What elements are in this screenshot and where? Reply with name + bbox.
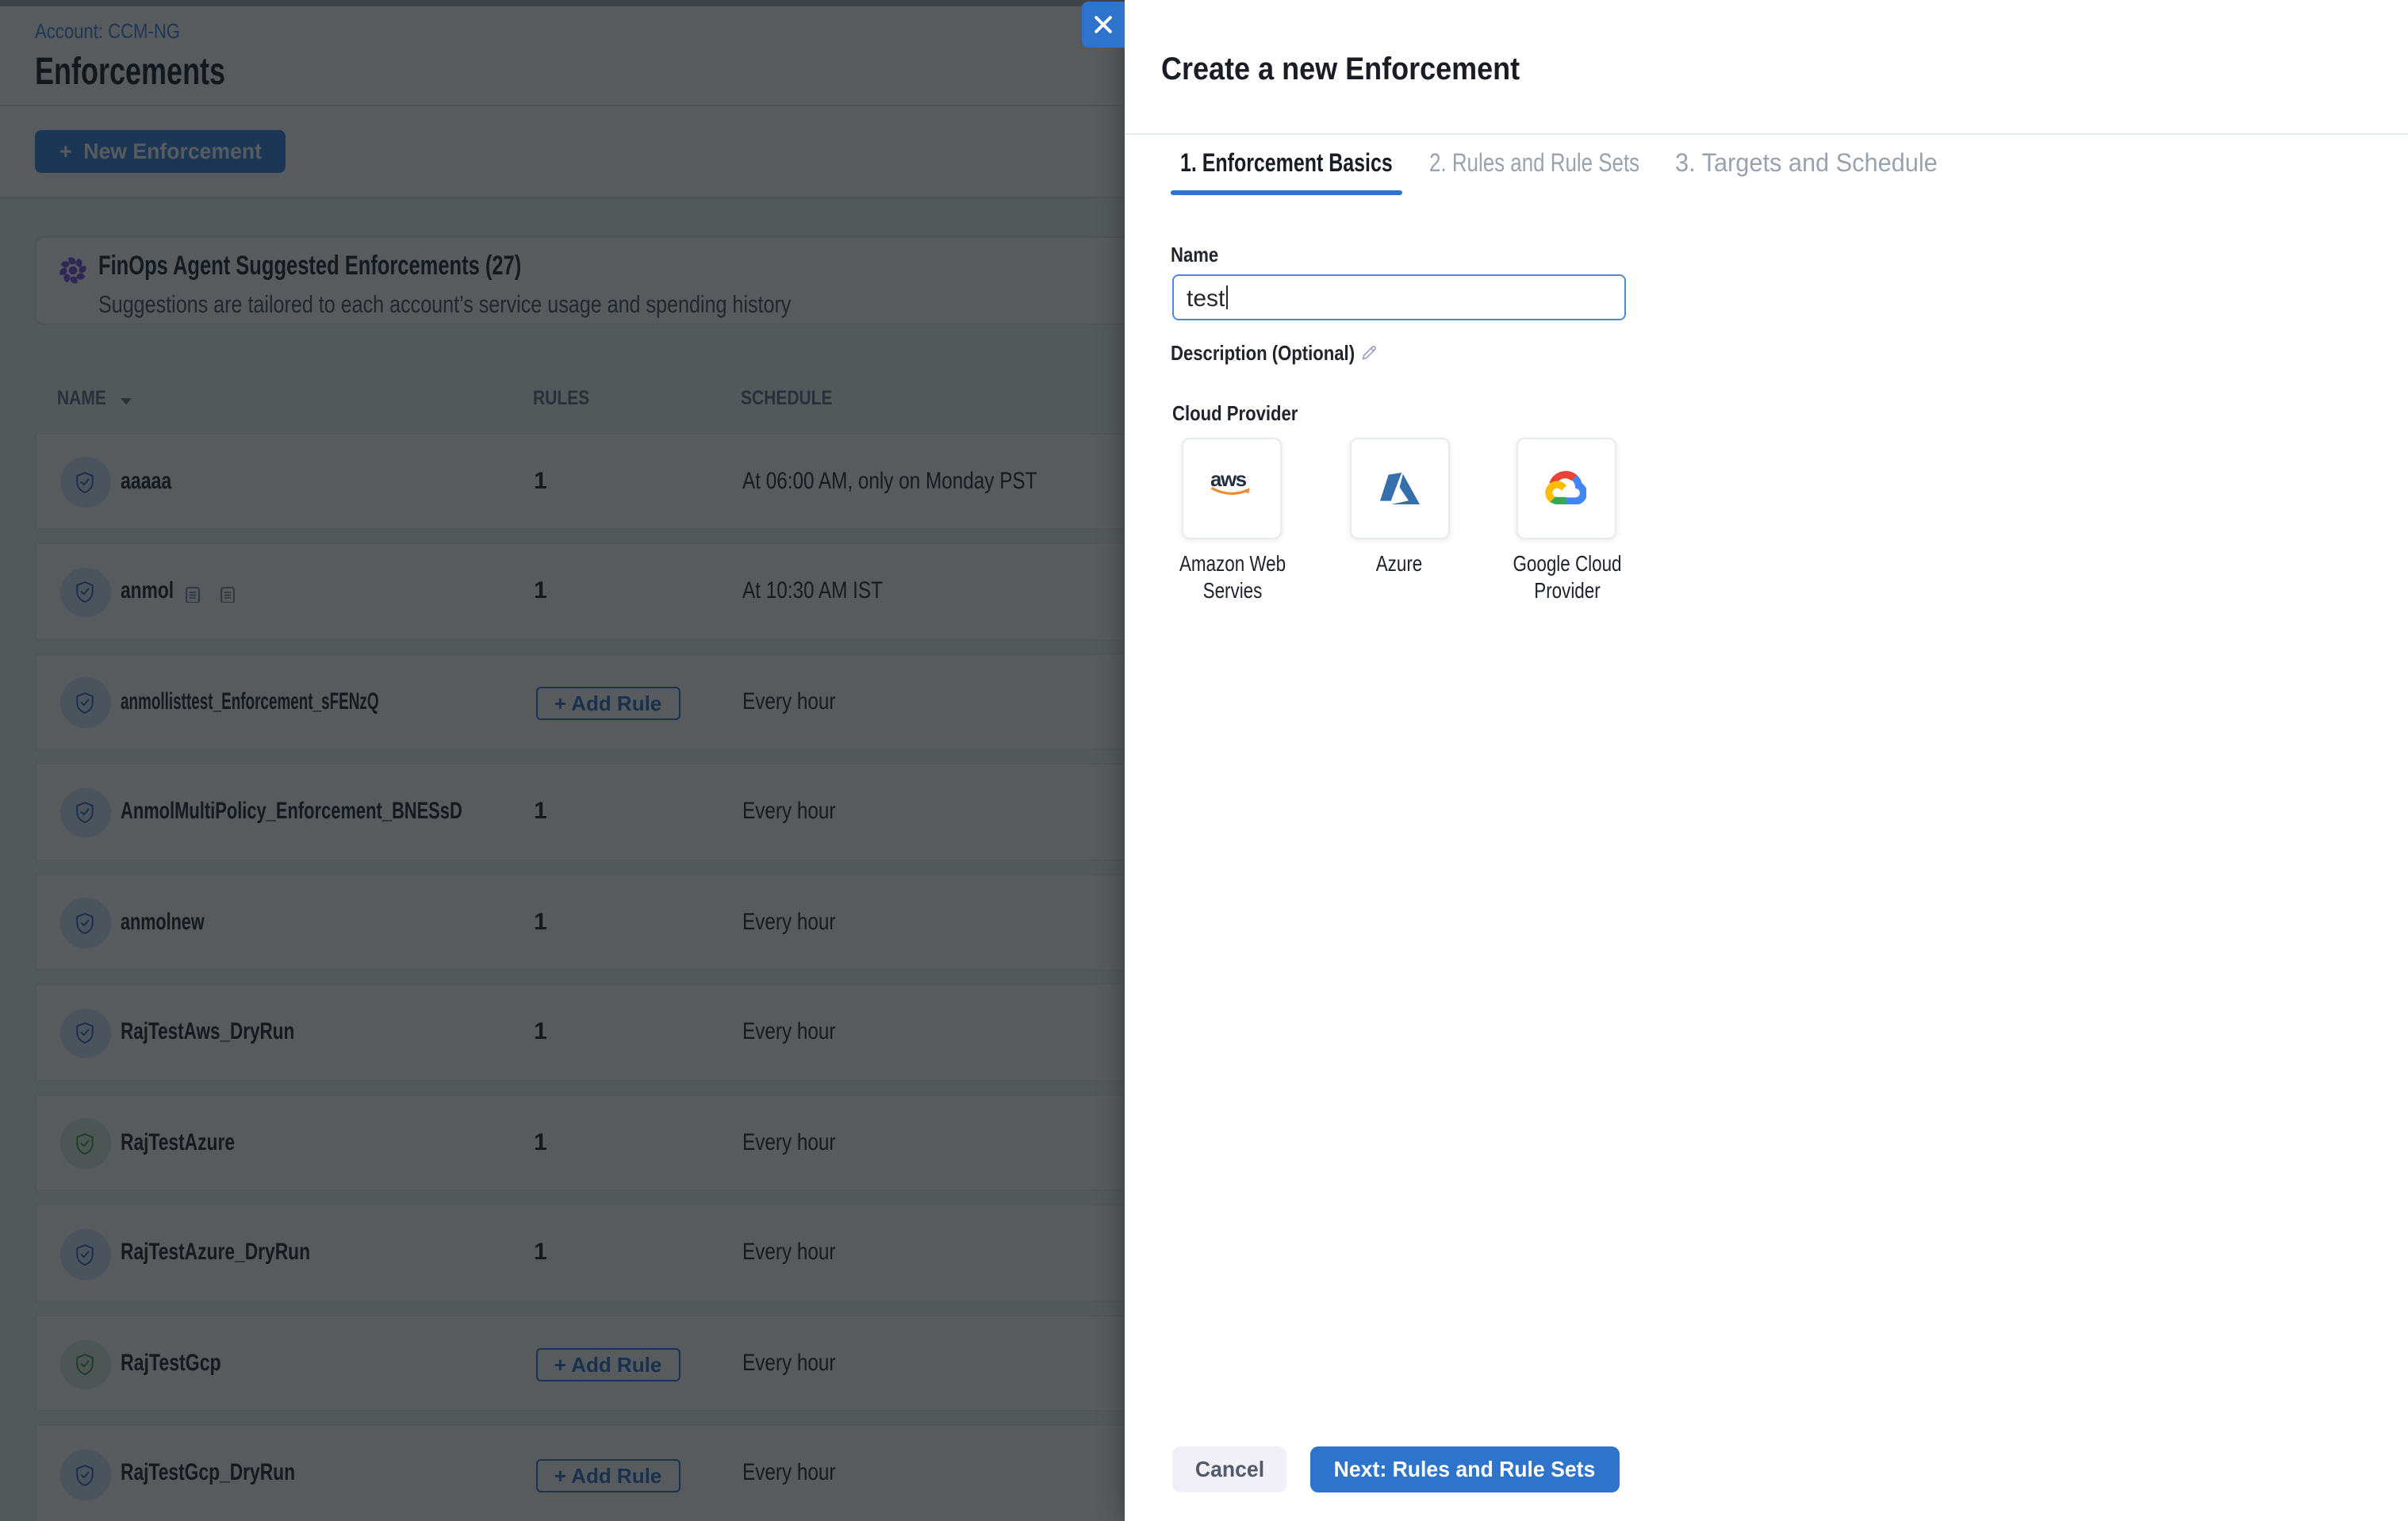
svg-text:aws: aws	[1210, 469, 1247, 491]
